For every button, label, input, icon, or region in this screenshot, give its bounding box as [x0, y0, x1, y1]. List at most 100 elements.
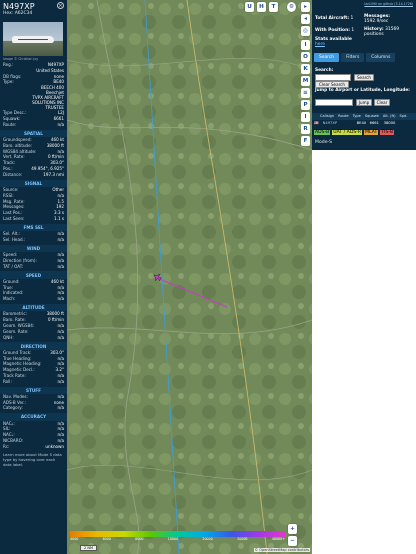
- toggle-o-button[interactable]: O: [301, 52, 310, 62]
- aircraft-table-header: Callsign Route Type Squawk Alt. (ft) Spd…: [312, 113, 416, 120]
- map-scale: 2 NM: [80, 545, 97, 551]
- sidebar-panel: tar1090 on github (3.14.1726) Total Airc…: [312, 0, 416, 554]
- registration-title: N497XP: [3, 2, 35, 11]
- center-icon[interactable]: ◎: [301, 26, 310, 36]
- accuracy-section: NACₚ: n/a SIL: n/a NACᵥ: n/a NICBARO: n/a Rc: unk…: [0, 421, 67, 450]
- info-value: 197.3 nmi: [43, 171, 64, 177]
- info-row: TVPX AIRCRAFT SOLUTIONS INC TRUSTEE: [0, 95, 67, 110]
- with-position-label: With Position:: [315, 28, 350, 33]
- map-terrain: [67, 0, 312, 554]
- clear-search-button[interactable]: Clear Search: [315, 81, 349, 88]
- messages-stat: Messages: 1592.9/sec: [364, 14, 414, 24]
- col-squawk[interactable]: Squawk: [363, 113, 381, 120]
- sidebar-tabs: Search Filters Columns: [314, 53, 396, 62]
- sidebar-header: tar1090 on github (3.14.1726) Total Airc…: [312, 0, 416, 150]
- messages-value: 1592.9/sec: [364, 19, 389, 24]
- layers-icon[interactable]: ≡: [301, 88, 310, 98]
- info-value: n/a: [57, 378, 64, 384]
- info-label: Type:: [3, 79, 14, 85]
- zoom-out-button[interactable]: −: [288, 536, 297, 546]
- info-label: Last Seen:: [3, 215, 25, 221]
- row-route: [343, 120, 355, 127]
- info-row: Roll: n/a: [0, 379, 67, 385]
- legend-tisb: TIS-B: [380, 130, 395, 135]
- section-altitude: ALTITUDE: [0, 303, 67, 312]
- collapse-sidebar-icon[interactable]: ▸: [301, 2, 310, 12]
- clear-button[interactable]: Clear: [374, 99, 390, 106]
- with-position: With Position: 1: [315, 28, 354, 33]
- tab-search[interactable]: Search: [314, 53, 340, 62]
- search-input[interactable]: [315, 74, 351, 81]
- map-canvas[interactable]: [67, 0, 312, 554]
- row-callsign: N497XP: [322, 121, 338, 125]
- map-view[interactable]: 4000 6000 8000 10000 20000 30000 40000+ 2 NM +…: [67, 0, 312, 554]
- row-type: BE40: [356, 121, 367, 125]
- settings-icon[interactable]: ⚙: [287, 2, 296, 12]
- stats-link[interactable]: here: [315, 42, 325, 47]
- info-value: n/a: [57, 405, 64, 411]
- jump-button[interactable]: Jump: [356, 99, 372, 106]
- tab-columns[interactable]: Columns: [366, 53, 396, 62]
- info-label: Route:: [3, 121, 17, 127]
- jump-input[interactable]: [315, 99, 353, 106]
- altitude-legend-ticks: 4000 6000 8000 10000 20000 30000 40000+: [70, 537, 285, 541]
- with-position-value: 1: [351, 28, 355, 33]
- version-link[interactable]: tar1090 on github (3.14.1726): [364, 2, 413, 6]
- info-row: Distance: 197.3 nmi: [0, 172, 67, 178]
- toggle-i-button[interactable]: I: [301, 40, 310, 50]
- info-value: n/a: [57, 296, 64, 302]
- table-row[interactable]: 🇺🇸 N497XP BE40 6661 38000: [312, 120, 416, 127]
- toggle-u-button[interactable]: U: [245, 2, 254, 12]
- info-footer: Learn more about Mode S data type by hov…: [3, 451, 62, 467]
- toggle-r-button[interactable]: R: [301, 124, 310, 134]
- info-row: Mach: n/a: [0, 296, 67, 302]
- toggle-p-button[interactable]: P: [301, 100, 310, 110]
- tab-filters[interactable]: Filters: [341, 53, 365, 62]
- info-label: Roll:: [3, 378, 12, 384]
- info-value: TVPX AIRCRAFT SOLUTIONS INC TRUSTEE: [32, 95, 64, 111]
- total-aircraft: Total Aircraft: 1: [315, 16, 353, 21]
- expand-left-icon[interactable]: ◂: [301, 14, 310, 24]
- section-wind: WIND: [0, 244, 67, 253]
- info-label: Distance:: [3, 171, 23, 177]
- toggle-i2-button[interactable]: I: [301, 112, 310, 122]
- section-fms-sel: FMS SEL: [0, 223, 67, 232]
- hex-value: A62C34: [14, 11, 33, 16]
- toggle-k-button[interactable]: K: [301, 64, 310, 74]
- total-aircraft-label: Total Aircraft:: [315, 16, 350, 21]
- source-legend: ADS-B UAT / ADS-R MLAT TIS-B: [314, 130, 395, 135]
- col-type[interactable]: Type: [351, 113, 363, 120]
- toggle-m-button[interactable]: M: [301, 76, 310, 86]
- col-route[interactable]: Route: [336, 113, 350, 120]
- info-row: Last Seen: 1.1 s: [0, 216, 67, 222]
- toggle-f-button[interactable]: F: [301, 136, 310, 146]
- info-label: Category:: [3, 405, 23, 411]
- zoom-in-button[interactable]: +: [288, 524, 297, 534]
- legend-mlat: MLAT: [364, 130, 379, 135]
- info-row: Route: n/a: [0, 122, 67, 128]
- jump-label: Jump to Airport or Latitude, Longitude:: [315, 88, 410, 93]
- aircraft-photo[interactable]: [3, 22, 63, 56]
- wind-section: Speed: n/a Direction (from): n/a TAT / OAT: n…: [0, 252, 67, 269]
- info-row: BEECH 400 Beechjet: [0, 85, 67, 95]
- toggle-t-button[interactable]: T: [269, 2, 278, 12]
- toggle-h-button[interactable]: H: [257, 2, 266, 12]
- close-icon[interactable]: ×: [57, 2, 64, 9]
- info-row: QNH: n/a: [0, 335, 67, 341]
- map-attribution[interactable]: © OpenStreetMap contributors: [253, 548, 310, 552]
- col-altitude[interactable]: Alt. (ft): [381, 113, 398, 120]
- info-value: n/a: [57, 263, 64, 269]
- info-value: n/a: [57, 121, 64, 127]
- col-callsign[interactable]: Callsign: [318, 113, 336, 120]
- search-button[interactable]: Search: [354, 74, 374, 81]
- legend-mode-s: Mode-S: [315, 140, 333, 145]
- altitude-tick-label: 4000: [70, 537, 79, 541]
- direction-section: Ground Track: 303.0° True Heading: n/a Magne…: [0, 350, 67, 385]
- total-aircraft-value: 1: [350, 16, 354, 21]
- altitude-tick-label: 20000: [202, 537, 213, 541]
- hex-line: Hex: A62C34: [3, 11, 64, 16]
- row-altitude: 38000: [383, 121, 396, 125]
- info-value: 1.1 s: [54, 215, 64, 221]
- col-speed[interactable]: Spd.: [398, 113, 410, 120]
- stats-available: Stats available here: [315, 37, 352, 47]
